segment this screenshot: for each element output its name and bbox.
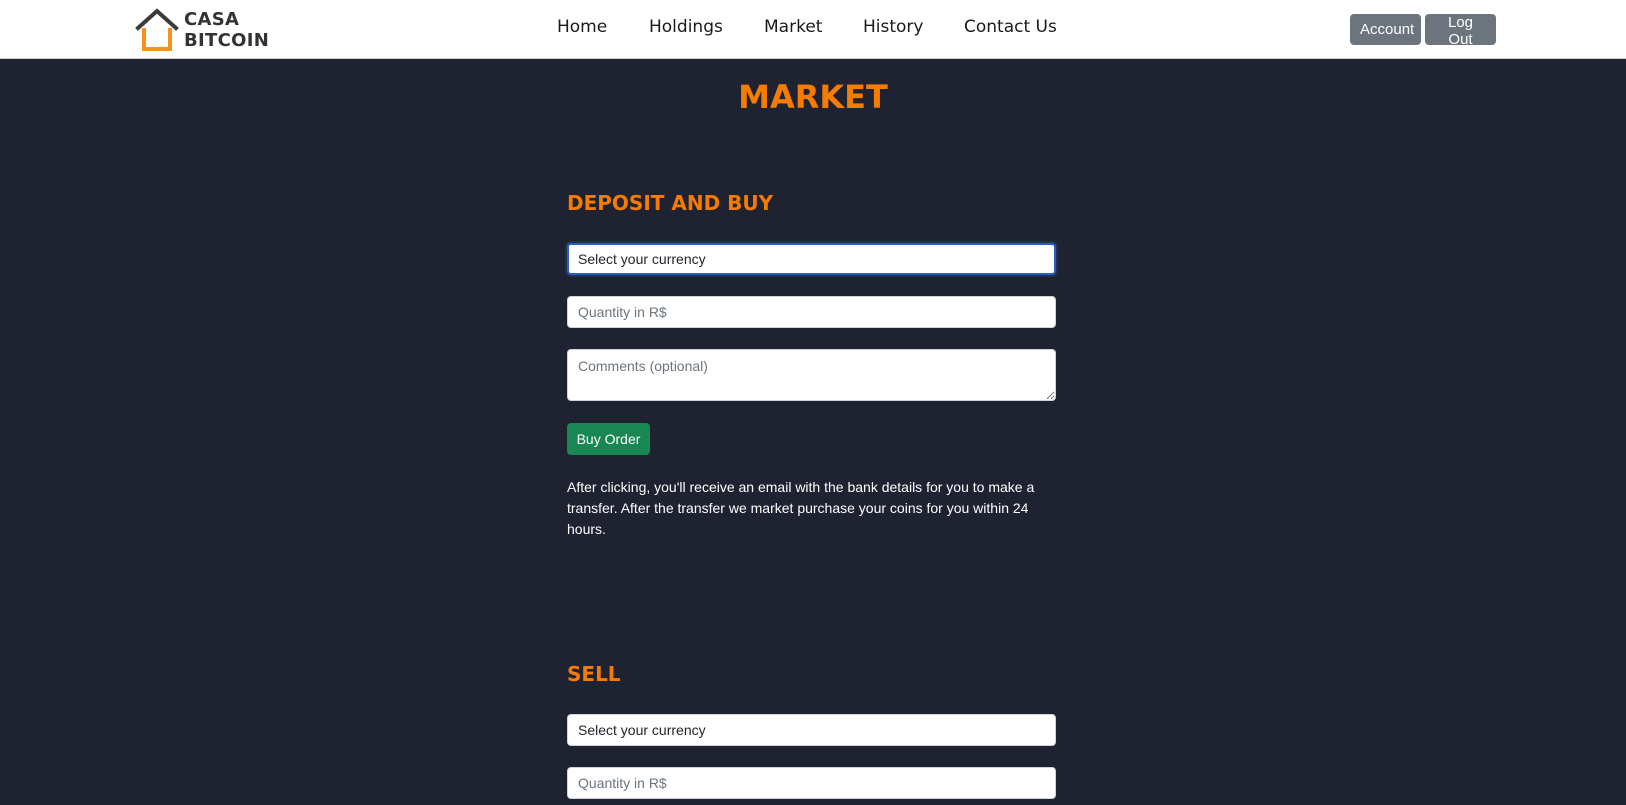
buy-info-text: After clicking, you'll receive an email …: [567, 479, 1035, 537]
sell-currency-select[interactable]: Select your currency: [567, 714, 1056, 746]
top-navbar: CASA BITCOIN Home Holdings Market Histor…: [0, 0, 1626, 59]
buy-order-button[interactable]: Buy Order: [567, 423, 650, 455]
buy-currency-select-value: Select your currency: [578, 251, 706, 267]
nav-market-link[interactable]: Market: [764, 17, 822, 37]
brand-line-1: CASA: [184, 9, 240, 30]
sell-currency-select-value: Select your currency: [578, 722, 706, 738]
buy-currency-select[interactable]: Select your currency: [567, 243, 1056, 275]
nav-home-link[interactable]: Home: [557, 17, 607, 37]
page-title: MARKET: [738, 78, 888, 116]
brand-line-2: BITCOIN: [184, 30, 270, 51]
nav-holdings-link[interactable]: Holdings: [649, 17, 723, 37]
logout-button[interactable]: Log Out: [1425, 14, 1496, 48]
buy-section-heading: DEPOSIT AND BUY: [567, 191, 774, 215]
buy-comments-textarea[interactable]: [567, 349, 1056, 401]
sell-section-heading: SELL: [567, 662, 621, 686]
nav-history-link[interactable]: History: [863, 17, 923, 37]
house-logo-icon: [135, 8, 179, 51]
nav-contact-us-link[interactable]: Contact Us: [964, 17, 1057, 37]
brand-logo[interactable]: CASA BITCOIN: [134, 8, 269, 52]
brand-name: CASA BITCOIN: [184, 9, 269, 51]
account-button[interactable]: Account: [1350, 14, 1421, 45]
buy-quantity-input[interactable]: [567, 296, 1056, 328]
sell-quantity-input[interactable]: [567, 767, 1056, 799]
